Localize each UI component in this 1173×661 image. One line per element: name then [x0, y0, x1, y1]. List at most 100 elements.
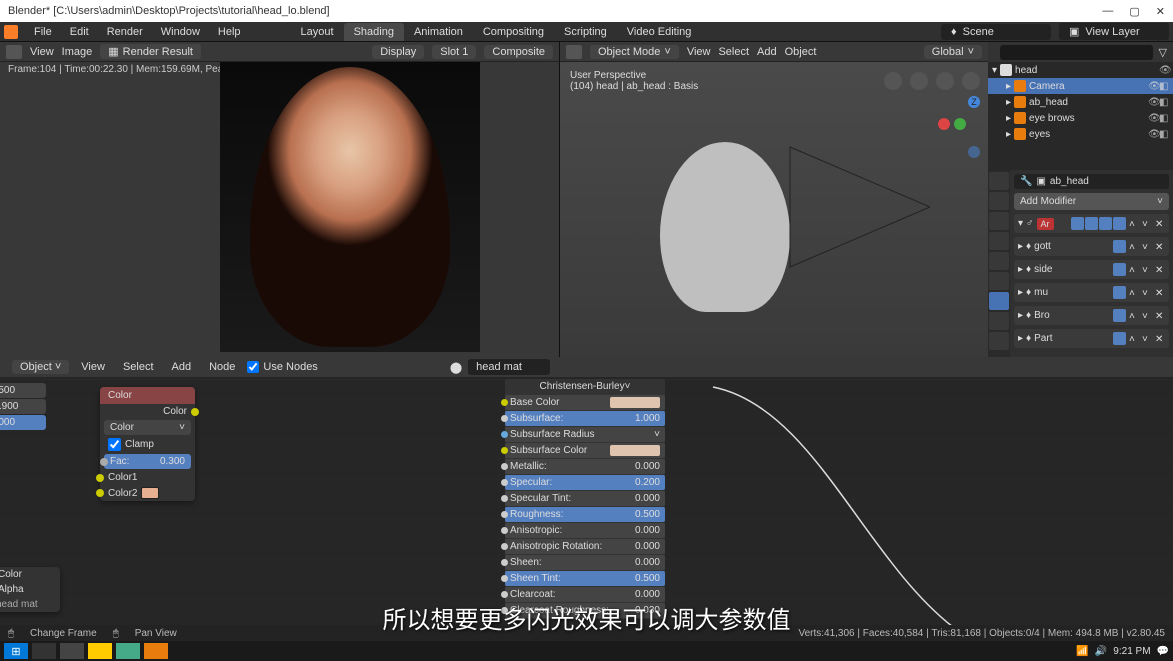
minimize-button[interactable]: — — [1102, 5, 1113, 18]
principled-param-subsurfaceradius[interactable]: Subsurface Radius˅ — [505, 427, 665, 442]
modifier-gott[interactable]: ▸♦gott˄˅✕ — [1014, 237, 1169, 256]
value-input[interactable]: 0.500 — [0, 383, 46, 398]
outliner-search[interactable] — [1000, 45, 1153, 60]
render-result-dropdown[interactable]: ▦Render Result — [100, 44, 201, 59]
menu-window[interactable]: Window — [153, 24, 208, 40]
img-menu-image[interactable]: Image — [62, 46, 93, 58]
taskbar-blender-icon[interactable] — [144, 643, 168, 659]
camera-wireframe[interactable] — [780, 137, 930, 277]
editor-type-3d-icon[interactable] — [566, 45, 582, 59]
filter-icon[interactable]: ▽ — [1159, 46, 1167, 59]
principled-param-anisotropicrotation[interactable]: Anisotropic Rotation:0.000 — [505, 539, 665, 554]
axis-nz-icon[interactable] — [968, 146, 980, 158]
modifier-armature[interactable]: ▾♂Ar˄˅✕ — [1014, 214, 1169, 233]
start-button[interactable]: ⊞ — [4, 643, 28, 659]
principled-param-metallic[interactable]: Metallic:0.000 — [505, 459, 665, 474]
node-type-dropdown[interactable]: Object ˅ — [12, 360, 69, 374]
principled-param-subsurface[interactable]: Subsurface:1.000 — [505, 411, 665, 426]
tab-animation[interactable]: Animation — [404, 23, 473, 41]
principled-param-anisotropic[interactable]: Anisotropic:0.000 — [505, 523, 665, 538]
img-menu-view[interactable]: View — [30, 46, 54, 58]
props-tab-viewlayer[interactable] — [989, 212, 1009, 230]
props-tab-render[interactable] — [989, 172, 1009, 190]
props-tab-world[interactable] — [989, 252, 1009, 270]
menu-help[interactable]: Help — [210, 24, 249, 40]
head-mesh[interactable] — [660, 142, 790, 312]
node-menu-view[interactable]: View — [75, 359, 111, 375]
outliner-item-abhead[interactable]: ▸ab_head👁◧ — [988, 94, 1173, 110]
clamp-checkbox[interactable] — [108, 438, 121, 451]
props-tab-output[interactable] — [989, 192, 1009, 210]
mode-dropdown[interactable]: Object Mode ˅ — [590, 45, 679, 59]
modifier-mu[interactable]: ▸♦mu˄˅✕ — [1014, 283, 1169, 302]
vp-menu-view[interactable]: View — [687, 46, 711, 58]
display-dropdown[interactable]: Display — [372, 45, 424, 59]
tab-video[interactable]: Video Editing — [617, 23, 702, 41]
value-input[interactable]: -0.900 — [0, 399, 46, 414]
value-input[interactable]: 1.000 — [0, 415, 46, 430]
menu-render[interactable]: Render — [99, 24, 151, 40]
modifier-part[interactable]: ▸♦Part˄˅✕ — [1014, 329, 1169, 348]
tab-shading[interactable]: Shading — [344, 23, 404, 41]
props-tab-object[interactable] — [989, 272, 1009, 290]
vp-menu-select[interactable]: Select — [718, 46, 749, 58]
props-tab-particle[interactable] — [989, 312, 1009, 330]
node-menu-node[interactable]: Node — [203, 359, 241, 375]
gizmo-hand-icon[interactable] — [936, 72, 954, 90]
use-nodes-checkbox[interactable]: Use Nodes — [247, 361, 317, 373]
axis-x-icon[interactable] — [938, 118, 950, 130]
menu-edit[interactable]: Edit — [62, 24, 97, 40]
principled-param-sheentint[interactable]: Sheen Tint:0.500 — [505, 571, 665, 586]
maximize-button[interactable]: ▢ — [1129, 5, 1139, 18]
tray-volume-icon[interactable]: 🔊 — [1095, 646, 1107, 657]
principled-bsdf-node[interactable]: Christensen-Burley ˅ Base ColorSubsurfac… — [505, 379, 665, 619]
axis-y-icon[interactable] — [954, 118, 966, 130]
principled-param-roughness[interactable]: Roughness:0.500 — [505, 507, 665, 522]
gizmo-zoom-icon[interactable] — [962, 72, 980, 90]
principled-param-subsurfacecolor[interactable]: Subsurface Color — [505, 443, 665, 458]
material-name[interactable]: head mat — [468, 359, 550, 375]
taskbar-explorer-icon[interactable] — [88, 643, 112, 659]
color1-socket[interactable]: Color1 — [108, 472, 137, 483]
output-frag-node[interactable]: Color Alpha head mat — [0, 567, 60, 612]
taskbar-taskview[interactable] — [60, 643, 84, 659]
color-swatch[interactable] — [141, 487, 159, 499]
tab-scripting[interactable]: Scripting — [554, 23, 617, 41]
left-node-fragment[interactable]: 0.500 -0.900 1.000 — [0, 382, 50, 431]
scene-selector[interactable]: ♦Scene — [941, 24, 1051, 40]
3d-viewport[interactable]: User Perspective (104) head | ab_head : … — [560, 62, 988, 357]
props-tab-physics[interactable] — [989, 332, 1009, 350]
taskbar-app-icon[interactable] — [116, 643, 140, 659]
menu-file[interactable]: File — [26, 24, 60, 40]
close-button[interactable]: ✕ — [1156, 5, 1165, 18]
color-field[interactable]: Color˅ — [104, 420, 191, 435]
vp-menu-object[interactable]: Object — [785, 46, 817, 58]
principled-param-sheen[interactable]: Sheen:0.000 — [505, 555, 665, 570]
axis-gizmo[interactable]: Z — [938, 96, 982, 140]
axis-z-icon[interactable]: Z — [968, 96, 980, 108]
slot-dropdown[interactable]: Slot 1 — [432, 45, 476, 59]
outliner-item-eyebrows[interactable]: ▸eye brows👁◧ — [988, 110, 1173, 126]
distribution-dropdown[interactable]: Christensen-Burley ˅ — [505, 379, 665, 394]
modifier-bro[interactable]: ▸♦Bro˄˅✕ — [1014, 306, 1169, 325]
gizmo-rotate-icon[interactable] — [910, 72, 928, 90]
outliner-item-camera[interactable]: ▸Camera👁◧ — [988, 78, 1173, 94]
fac-input[interactable]: Fac:0.300 — [104, 454, 191, 469]
add-modifier-button[interactable]: Add Modifier˅ — [1014, 193, 1169, 210]
taskbar-search[interactable] — [32, 643, 56, 659]
props-tab-scene[interactable] — [989, 232, 1009, 250]
color2-socket[interactable]: Color2 — [108, 488, 137, 499]
principled-param-speculartint[interactable]: Specular Tint:0.000 — [505, 491, 665, 506]
color-mix-node[interactable]: Color Color Color˅ Clamp Fac:0.300 Color… — [100, 387, 195, 501]
modifier-side[interactable]: ▸♦side˄˅✕ — [1014, 260, 1169, 279]
editor-type-icon[interactable] — [6, 45, 22, 59]
props-tab-modifier[interactable] — [989, 292, 1009, 310]
principled-param-specular[interactable]: Specular:0.200 — [505, 475, 665, 490]
tray-wifi-icon[interactable]: 📶 — [1076, 646, 1088, 657]
composite-dropdown[interactable]: Composite — [484, 45, 553, 59]
outliner-item-eyes[interactable]: ▸eyes👁◧ — [988, 126, 1173, 142]
gizmo-move-icon[interactable] — [884, 72, 902, 90]
viewlayer-selector[interactable]: ▣View Layer — [1059, 23, 1169, 40]
orientation-dropdown[interactable]: Global ˅ — [924, 45, 982, 59]
node-menu-select[interactable]: Select — [117, 359, 160, 375]
